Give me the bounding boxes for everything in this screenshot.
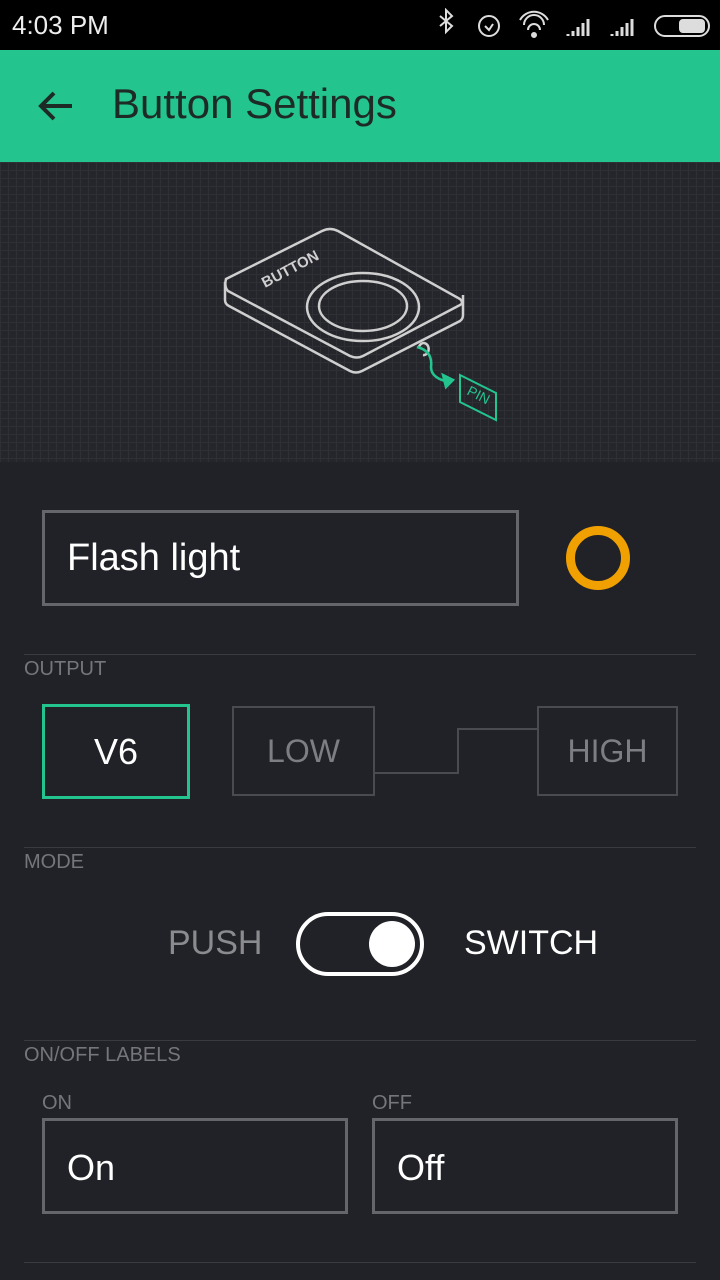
signal-icon <box>566 19 590 36</box>
widget-illustration: BUTTON PIN <box>0 162 720 462</box>
labels-section-label: ON/OFF LABELS <box>24 1044 181 1066</box>
pin-select-button[interactable]: V6 <box>42 704 190 799</box>
divider <box>24 847 696 848</box>
divider <box>24 1040 696 1041</box>
signal-step-line <box>374 728 538 774</box>
toggle-knob <box>369 921 415 967</box>
on-label-value: On <box>67 1147 116 1188</box>
off-label-caption: OFF <box>372 1092 412 1114</box>
status-time: 4:03 PM <box>12 10 109 40</box>
alarm-icon <box>478 15 500 37</box>
low-value-input[interactable]: LOW <box>232 706 375 796</box>
output-section-label: OUTPUT <box>24 658 107 680</box>
battery-icon <box>654 15 710 37</box>
bluetooth-icon <box>439 8 454 35</box>
widget-name-value: Flash light <box>67 537 241 579</box>
pin-value: V6 <box>93 730 139 772</box>
mode-section-label: MODE <box>24 851 84 873</box>
status-bar: 4:03 PM <box>0 0 720 50</box>
signal-icon <box>610 19 634 36</box>
high-value-input[interactable]: HIGH <box>537 706 678 796</box>
page-title: Button Settings <box>112 80 397 127</box>
off-label-input[interactable]: Off <box>372 1118 678 1214</box>
status-icons <box>439 8 710 38</box>
widget-name-input[interactable]: Flash light <box>42 510 519 606</box>
app-bar: Button Settings <box>0 50 720 162</box>
switch-label[interactable]: SWITCH <box>464 924 598 963</box>
divider <box>24 654 696 655</box>
on-label-caption: ON <box>42 1092 72 1114</box>
mode-toggle[interactable] <box>296 912 424 976</box>
low-label: LOW <box>267 732 340 769</box>
divider <box>24 1262 696 1263</box>
off-label-value: Off <box>397 1147 445 1188</box>
color-picker-button[interactable] <box>566 526 630 590</box>
wifi-icon <box>519 10 549 38</box>
arrow-left-icon[interactable] <box>36 86 76 126</box>
on-label-input[interactable]: On <box>42 1118 348 1214</box>
push-label[interactable]: PUSH <box>168 924 262 963</box>
device-label: BUTTON <box>259 247 322 291</box>
pin-label: PIN <box>465 382 493 407</box>
high-label: HIGH <box>567 732 648 769</box>
